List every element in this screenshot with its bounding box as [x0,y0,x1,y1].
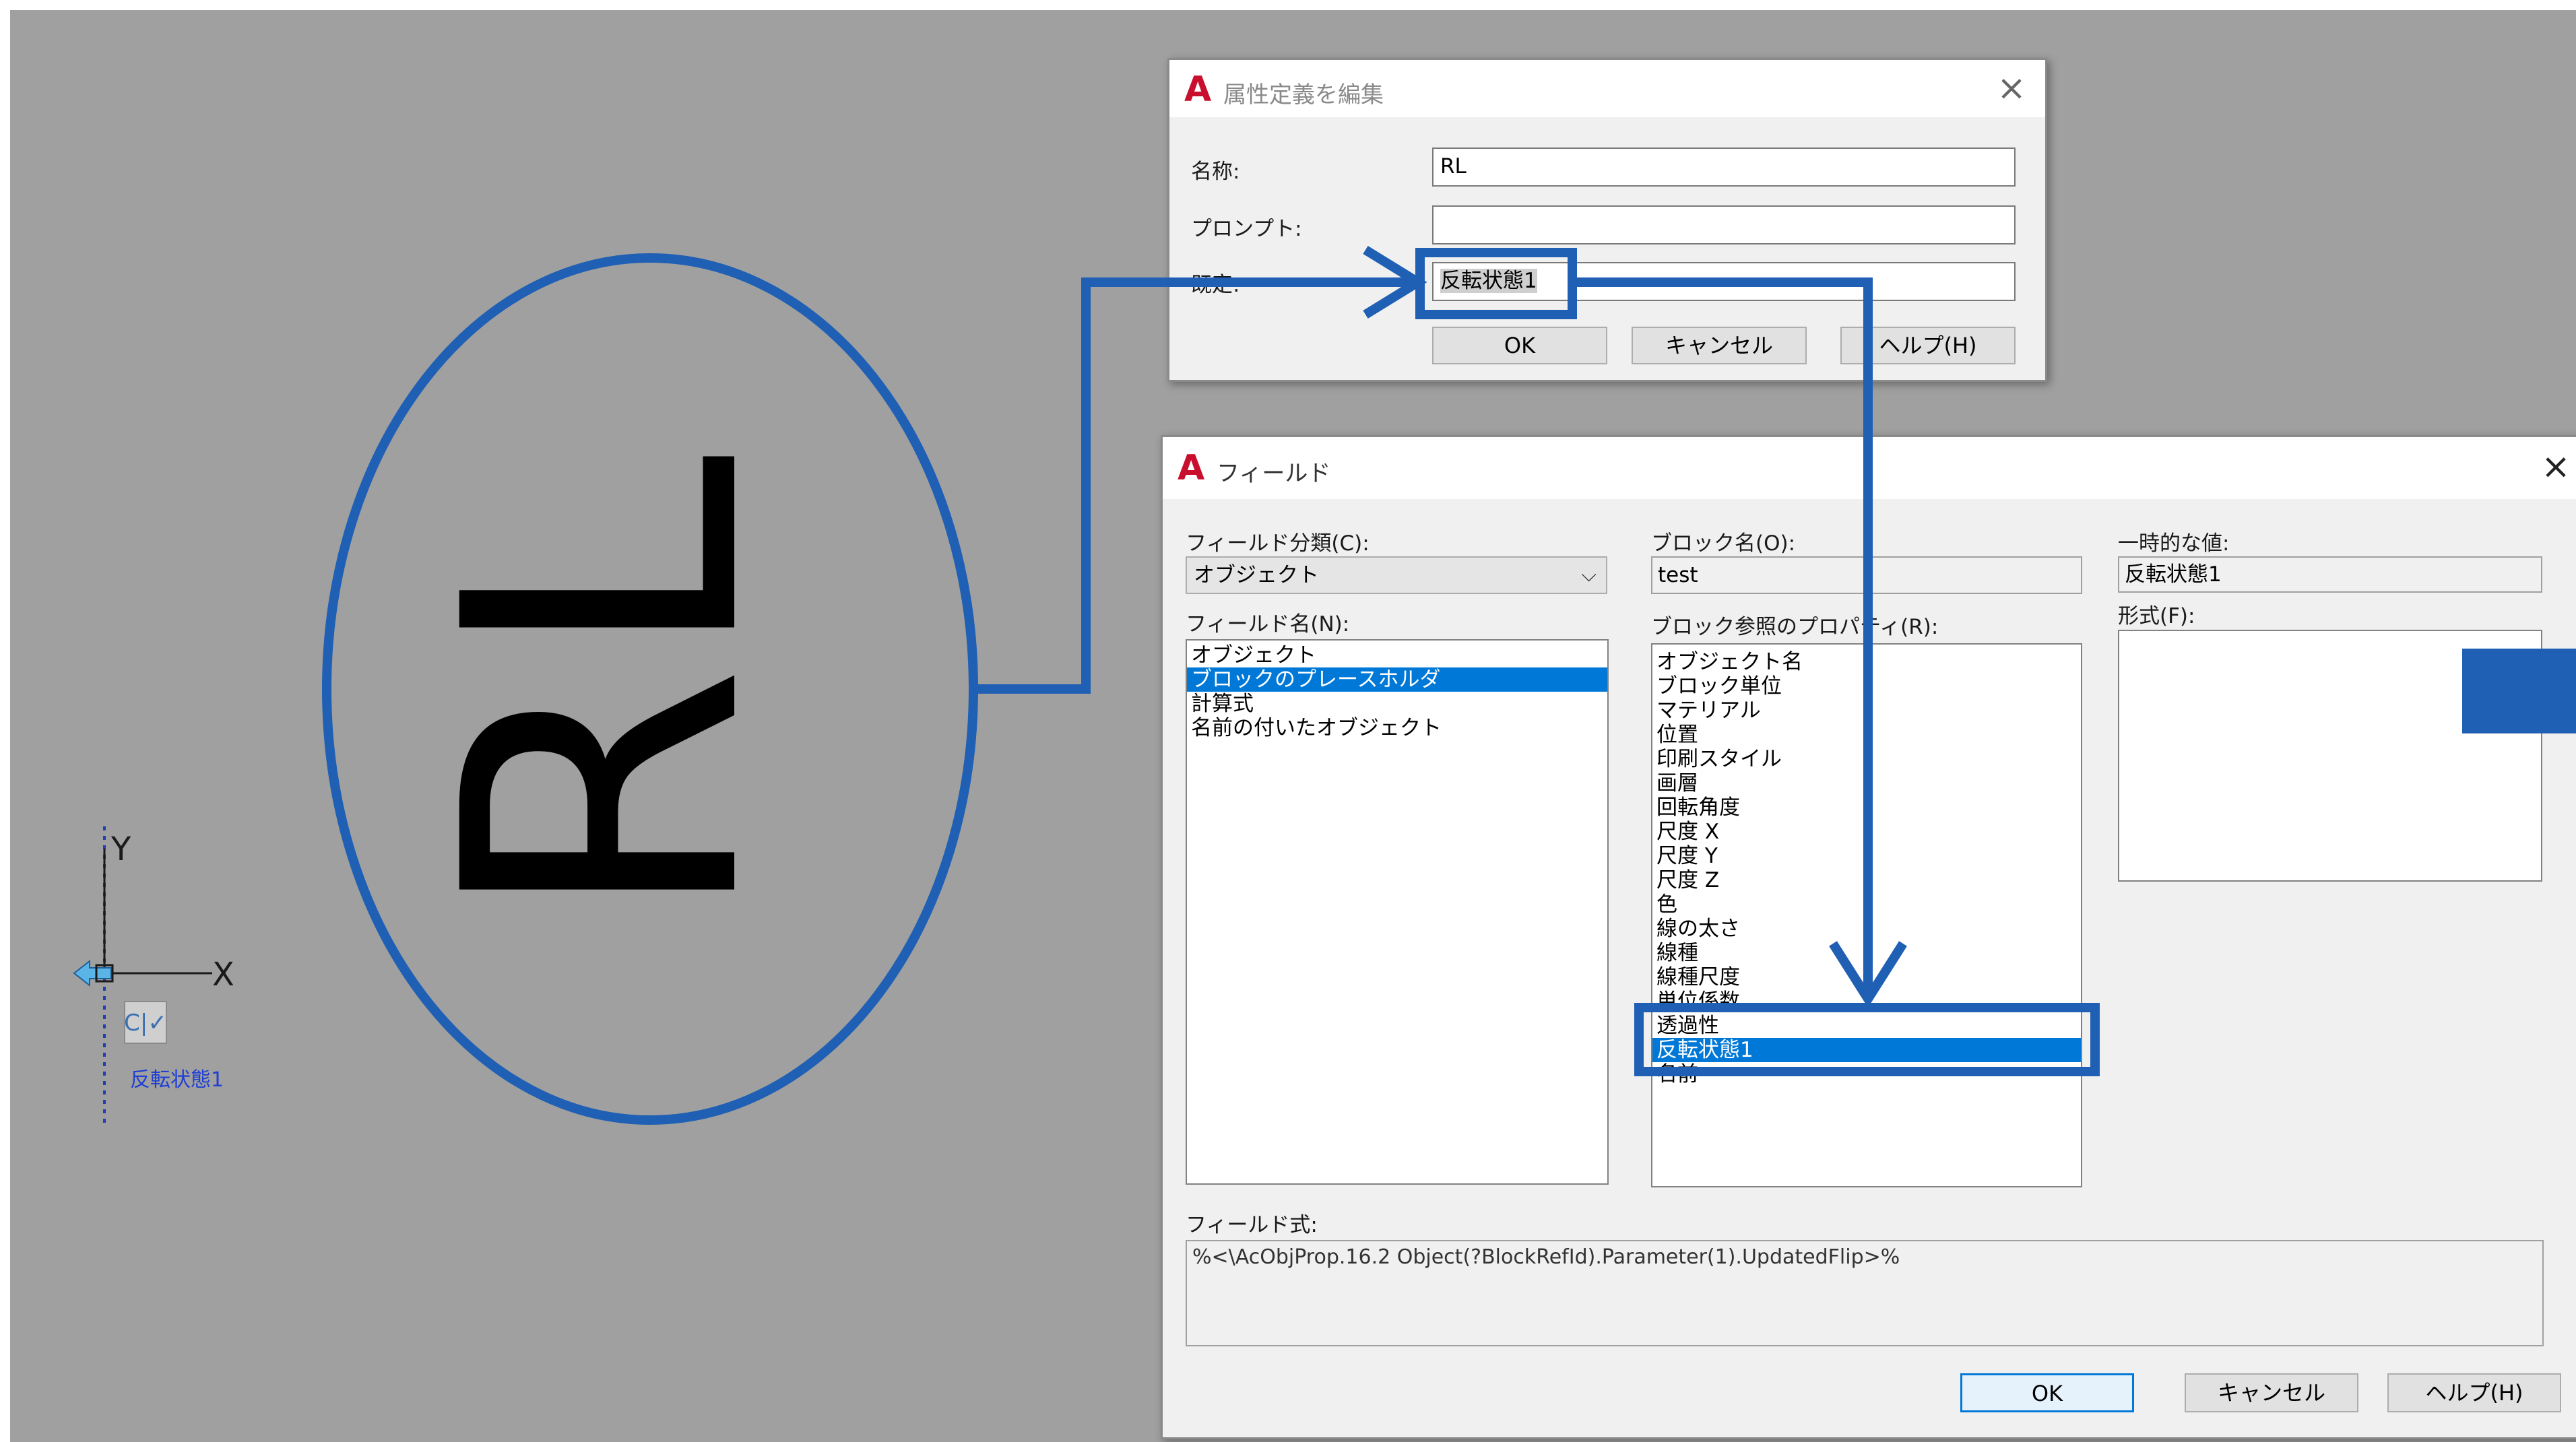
annotation-connector [1572,277,1873,997]
highlight-selected-property [1634,1003,2100,1076]
annotation-connector [977,277,1411,694]
drawing-canvas[interactable]: RL Y X C|✓ 反転状態1 A 属性定義を編集 × 名称: RL プロンプ… [10,10,2576,1442]
annotation-overlay [977,246,2100,1076]
highlight-default-value [1415,248,1577,319]
